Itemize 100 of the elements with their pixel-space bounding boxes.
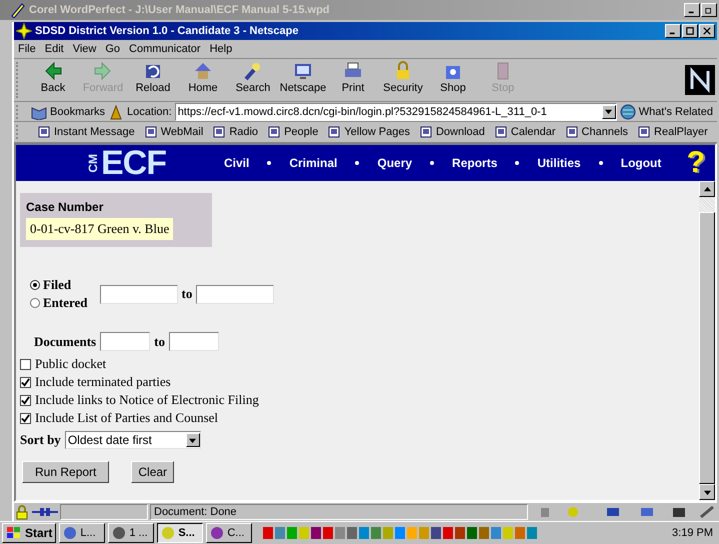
maximize-icon [686,27,694,35]
end-document-field[interactable] [168,332,219,351]
taskbar-button[interactable]: L... [59,523,106,543]
app-icon [161,526,176,540]
form-button[interactable]: Run Report [22,461,110,483]
nav-link[interactable]: Reports [452,156,498,170]
form-button[interactable]: Clear [131,461,174,483]
checkbox[interactable] [20,358,31,370]
pen-icon [10,2,26,18]
toolbar-button[interactable]: Search [228,60,278,100]
bookmark-link[interactable]: Calendar [494,126,556,138]
to-label: to [182,286,192,302]
menu-item[interactable]: Go [105,43,120,55]
location-label: Location: [127,106,172,118]
toolbar-button[interactable]: Shop [428,60,478,100]
bookmark-page-icon [328,126,340,138]
radio-button[interactable] [30,280,40,290]
bookmark-link[interactable]: People [268,126,318,138]
close-button[interactable] [699,24,715,38]
end-date-field[interactable] [196,284,274,304]
down-arrow-icon [704,488,710,496]
bookmark-page-icon [566,126,578,138]
help-link[interactable]: ? [686,146,705,180]
taskbar-button[interactable]: S... [157,523,204,543]
bookmark-page-icon [213,126,226,138]
bookmark-link[interactable]: RealPlayer [638,126,708,138]
start-document-field[interactable] [100,332,150,351]
app-icon [63,526,78,540]
bookmark-link[interactable]: Radio [213,126,258,138]
sort-by-label: Sort by [20,432,61,448]
window-title: SDSD District Version 1.0 - Candidate 3 - Netscape [35,25,298,37]
bookmark-page-icon [268,126,280,138]
bookmark-page-icon [144,126,157,138]
vertical-scrollbar[interactable] [699,181,715,500]
cm-ecf-logo: CM ECF [86,144,166,182]
checkbox-label: Include links to Notice of Electronic Filing [35,392,259,408]
app-icon [112,526,126,540]
app-icon [210,526,224,540]
restore-icon [705,6,713,14]
star-icon [16,23,32,39]
menu-item[interactable]: Help [210,43,232,55]
sort-order-dropdown[interactable]: Oldest date first [64,431,201,449]
connection-plug-icon [32,506,58,518]
up-arrow-icon [704,186,710,192]
to-label: to [154,334,165,350]
restore-button[interactable] [701,3,717,17]
checkbox[interactable] [20,394,31,406]
toolbar-button[interactable]: Security [378,60,428,100]
url-field[interactable]: https://ecf-v1.mowd.circ8.dcn/cgi-bin/login.pl?532915824584961-L_311_0-1 [174,102,617,120]
globe-icon [620,104,636,120]
netscape-logo-icon [685,65,715,95]
status-text: Document: Done [150,504,528,520]
dropdown-arrow-icon [605,108,612,115]
bookmark-link[interactable]: Yellow Pages [328,126,410,138]
maximize-button[interactable] [682,24,698,38]
dropdown-arrow-icon [189,436,196,444]
radio-label: Filed [43,277,72,293]
start-date-field[interactable] [100,284,178,304]
close-icon [703,27,711,35]
bookmark-page-icon [38,126,50,138]
case-number-label: Case Number [26,200,104,214]
bookmark-link[interactable]: Instant Message [38,126,135,138]
case-number-value: 0-01-cv-817 Green v. Blue [26,218,174,240]
nav-link[interactable]: Criminal [289,156,338,170]
checkbox[interactable] [20,376,31,388]
minimize-button[interactable] [684,3,700,17]
toolbar-button[interactable]: Back [28,60,78,100]
bookmark-page-icon [494,126,507,138]
menu-item[interactable]: View [72,43,96,55]
radio-label: Entered [43,295,88,311]
checkbox-label: Include terminated parties [35,374,171,390]
radio-button[interactable] [30,298,40,308]
bookmark-link[interactable]: Channels [566,126,628,138]
nav-link[interactable]: Civil [224,156,250,170]
menu-item[interactable]: Edit [44,43,64,55]
windows-flag-icon [6,525,22,541]
minimize-button[interactable] [665,24,681,38]
taskbar-button[interactable]: 1 ... [108,523,154,543]
toolbar-button[interactable]: Home [178,60,228,100]
padlock-icon [14,504,30,520]
bookmark-link[interactable]: WebMail [144,126,204,138]
bookmark-page-icon [638,126,650,138]
checkbox[interactable] [20,412,31,424]
menu-item[interactable]: File [18,43,36,55]
toolbar-button[interactable]: Print [328,60,378,100]
window-title: Corel WordPerfect - J:\User Manual\ECF Manual 5-15.wpd [29,4,330,16]
menu-item[interactable]: Communicator [129,43,201,55]
bookmarks-button[interactable]: Bookmarks [50,106,106,118]
start-button[interactable]: Start [2,523,56,543]
clock: 3:19 PM [672,527,714,539]
checkbox-label: Include List of Parties and Counsel [35,410,218,426]
nav-link[interactable]: Query [377,156,412,170]
nav-link[interactable]: Utilities [537,156,581,170]
checkbox-label: Public docket [35,356,106,372]
taskbar-button[interactable]: C... [206,523,252,543]
whats-related-button[interactable]: What's Related [638,106,713,118]
bookmark-link[interactable]: Download [420,126,485,138]
toolbar-button[interactable]: Reload [128,60,178,100]
toolbar-button[interactable]: Netscape [278,60,328,100]
nav-link[interactable]: Logout [620,156,662,170]
